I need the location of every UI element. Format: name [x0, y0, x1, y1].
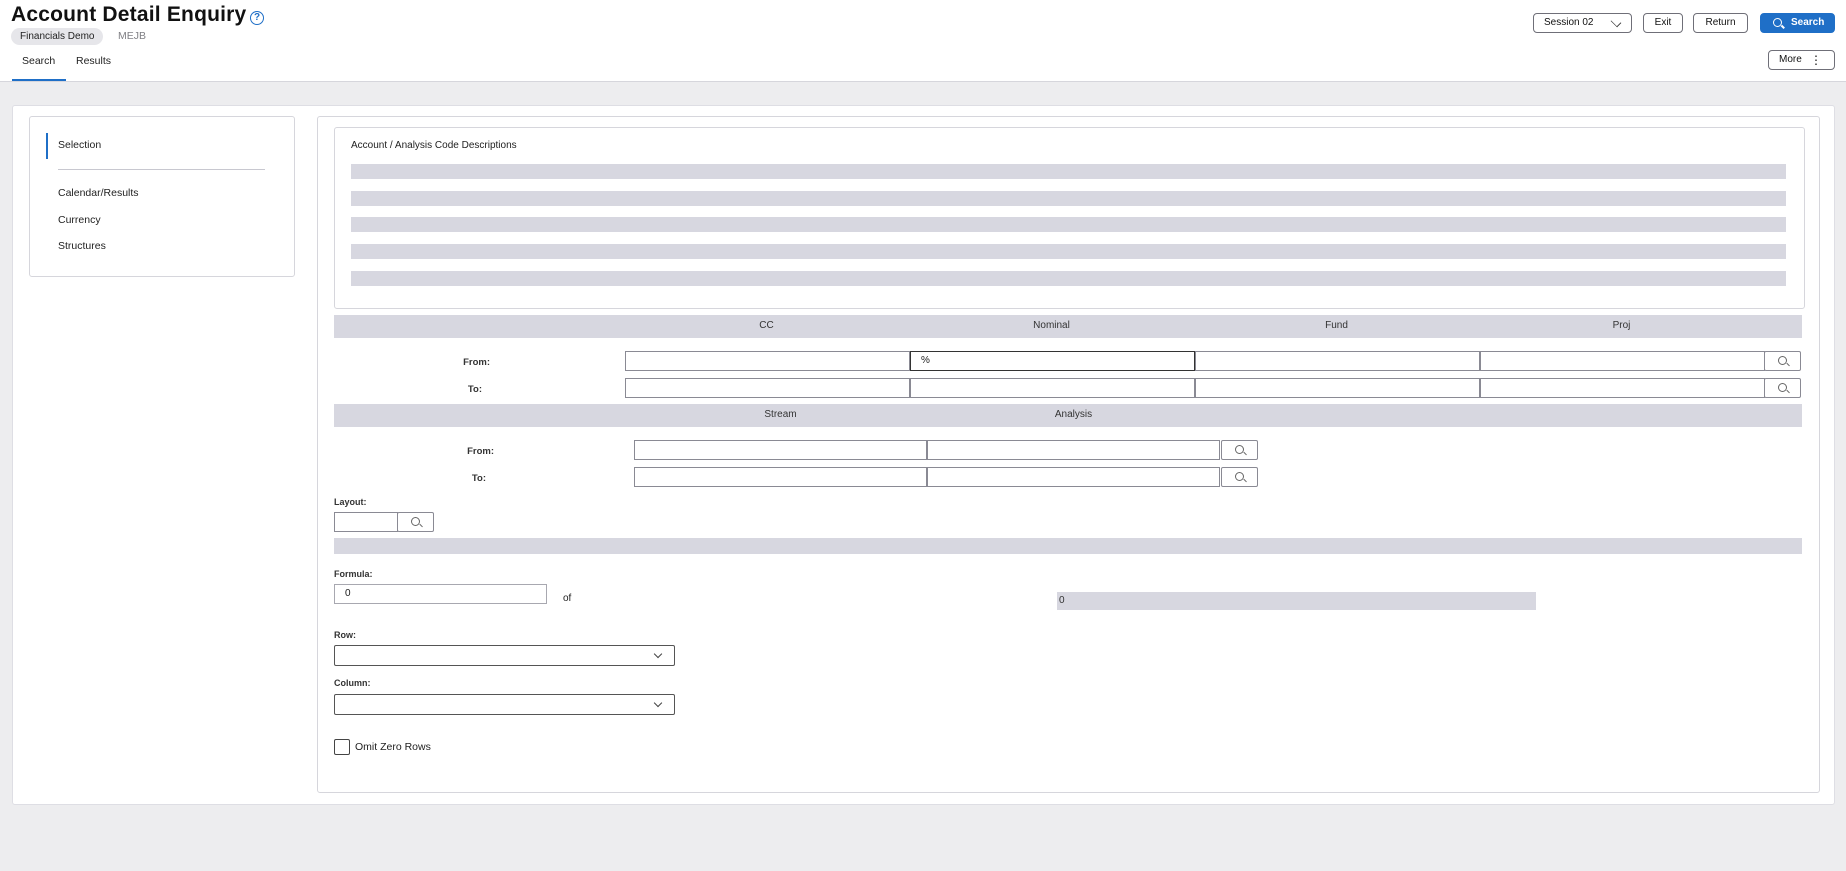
- chevron-down-icon: [1610, 16, 1622, 28]
- description-line: [351, 164, 1786, 179]
- fund-from-field[interactable]: [1195, 351, 1480, 371]
- search-button[interactable]: Search: [1760, 13, 1835, 33]
- active-section-indicator: [46, 133, 48, 159]
- analysis-to-field[interactable]: [927, 467, 1220, 487]
- code-from-label: From:: [463, 357, 490, 368]
- column-select[interactable]: [334, 694, 675, 715]
- proj-from-field[interactable]: [1480, 351, 1765, 371]
- description-line: [351, 271, 1786, 286]
- sidebar-item-structures[interactable]: Structures: [58, 240, 106, 252]
- stream-to-field[interactable]: [634, 467, 927, 487]
- description-line: [351, 244, 1786, 259]
- stream-from-field[interactable]: [634, 440, 927, 460]
- more-button[interactable]: More ⋮: [1768, 50, 1835, 70]
- session-label: Session 02: [1544, 17, 1594, 28]
- search-icon: [1778, 383, 1787, 392]
- analysis-from-lookup-button[interactable]: [1221, 440, 1258, 460]
- search-icon: [1235, 472, 1244, 481]
- column-header-analysis: Analysis: [1054, 409, 1093, 420]
- column-header-cc: CC: [759, 320, 774, 331]
- help-icon[interactable]: ?: [250, 11, 264, 25]
- analysis-to-lookup-button[interactable]: [1221, 467, 1258, 487]
- tab-search[interactable]: Search: [22, 55, 55, 67]
- row-select[interactable]: [334, 645, 675, 666]
- section-separator: [334, 538, 1802, 554]
- formula-total: 0: [1057, 592, 1536, 610]
- column-label: Column:: [334, 678, 371, 688]
- chevron-down-icon: [653, 649, 663, 659]
- layout-label: Layout:: [334, 497, 367, 507]
- search-button-label: Search: [1791, 17, 1825, 28]
- formula-label: Formula:: [334, 569, 373, 579]
- column-header-proj: Proj: [1612, 320, 1631, 331]
- descriptions-title: Account / Analysis Code Descriptions: [351, 140, 517, 151]
- code-from-lookup-button[interactable]: [1764, 351, 1801, 371]
- search-icon: [411, 517, 420, 526]
- more-label: More: [1779, 54, 1802, 65]
- sidebar-item-selection[interactable]: Selection: [58, 139, 101, 151]
- more-vertical-icon: ⋮: [1810, 53, 1822, 67]
- layout-lookup-button[interactable]: [397, 512, 434, 532]
- analysis-from-label: From:: [467, 446, 494, 457]
- row-label: Row:: [334, 630, 356, 640]
- user-code: MEJB: [118, 30, 147, 42]
- session-dropdown[interactable]: Session 02: [1533, 13, 1632, 33]
- sidebar-divider: [58, 169, 265, 170]
- code-to-lookup-button[interactable]: [1764, 378, 1801, 398]
- sidebar-item-calendar-results[interactable]: Calendar/Results: [58, 187, 139, 199]
- return-button[interactable]: Return: [1693, 13, 1748, 33]
- active-tab-indicator: [12, 79, 66, 81]
- omit-zero-rows-checkbox[interactable]: [334, 739, 350, 755]
- omit-zero-rows-label: Omit Zero Rows: [355, 741, 431, 753]
- description-line: [351, 191, 1786, 206]
- tab-results[interactable]: Results: [76, 55, 111, 67]
- page-title: Account Detail Enquiry: [11, 3, 247, 26]
- description-line: [351, 217, 1786, 232]
- search-icon: [1773, 18, 1782, 27]
- formula-of-text: of: [563, 593, 572, 604]
- column-header-fund: Fund: [1325, 320, 1348, 331]
- column-header-stream: Stream: [764, 409, 797, 420]
- column-header-nominal: Nominal: [1033, 320, 1070, 331]
- proj-to-field[interactable]: [1480, 378, 1765, 398]
- formula-input[interactable]: 0: [334, 584, 547, 604]
- fund-to-field[interactable]: [1195, 378, 1480, 398]
- sidebar-item-currency[interactable]: Currency: [58, 214, 101, 226]
- exit-button[interactable]: Exit: [1643, 13, 1683, 33]
- nominal-to-field[interactable]: [910, 378, 1195, 398]
- code-to-label: To:: [467, 384, 482, 395]
- analysis-to-label: To:: [471, 473, 486, 484]
- cc-from-field[interactable]: [625, 351, 910, 371]
- search-icon: [1235, 445, 1244, 454]
- analysis-from-field[interactable]: [927, 440, 1220, 460]
- layout-field[interactable]: [334, 512, 398, 532]
- search-icon: [1778, 356, 1787, 365]
- chevron-down-icon: [653, 698, 663, 708]
- cc-to-field[interactable]: [625, 378, 910, 398]
- nominal-from-field[interactable]: %: [910, 351, 1195, 371]
- company-badge: Financials Demo: [11, 28, 104, 45]
